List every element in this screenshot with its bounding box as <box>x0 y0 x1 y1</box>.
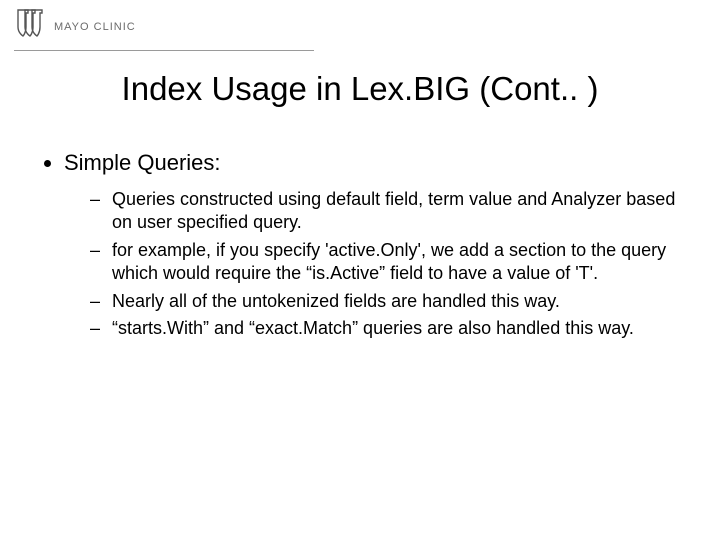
sub-bullet-text: for example, if you specify 'active.Only… <box>112 240 666 283</box>
bullet-list: Simple Queries: Queries constructed usin… <box>38 150 682 340</box>
logo: MAYO CLINIC <box>14 8 136 46</box>
sub-bullet-text: “starts.With” and “exact.Match” queries … <box>112 318 634 338</box>
sub-bullet-item: “starts.With” and “exact.Match” queries … <box>90 317 682 340</box>
sub-bullet-item: Queries constructed using default field,… <box>90 188 682 235</box>
logo-text: MAYO CLINIC <box>54 21 136 33</box>
bullet-item: Simple Queries: Queries constructed usin… <box>64 150 682 340</box>
divider <box>14 50 314 51</box>
sub-bullet-text: Nearly all of the untokenized fields are… <box>112 291 560 311</box>
sub-bullet-item: for example, if you specify 'active.Only… <box>90 239 682 286</box>
sub-bullet-item: Nearly all of the untokenized fields are… <box>90 290 682 313</box>
sub-bullet-text: Queries constructed using default field,… <box>112 189 675 232</box>
mayo-shield-icon <box>14 8 46 46</box>
slide-title: Index Usage in Lex.BIG (Cont.. ) <box>0 70 720 108</box>
sub-bullet-list: Queries constructed using default field,… <box>64 188 682 340</box>
bullet-text: Simple Queries: <box>64 150 221 175</box>
slide-content: Simple Queries: Queries constructed usin… <box>38 150 682 350</box>
slide: MAYO CLINIC Index Usage in Lex.BIG (Cont… <box>0 0 720 540</box>
